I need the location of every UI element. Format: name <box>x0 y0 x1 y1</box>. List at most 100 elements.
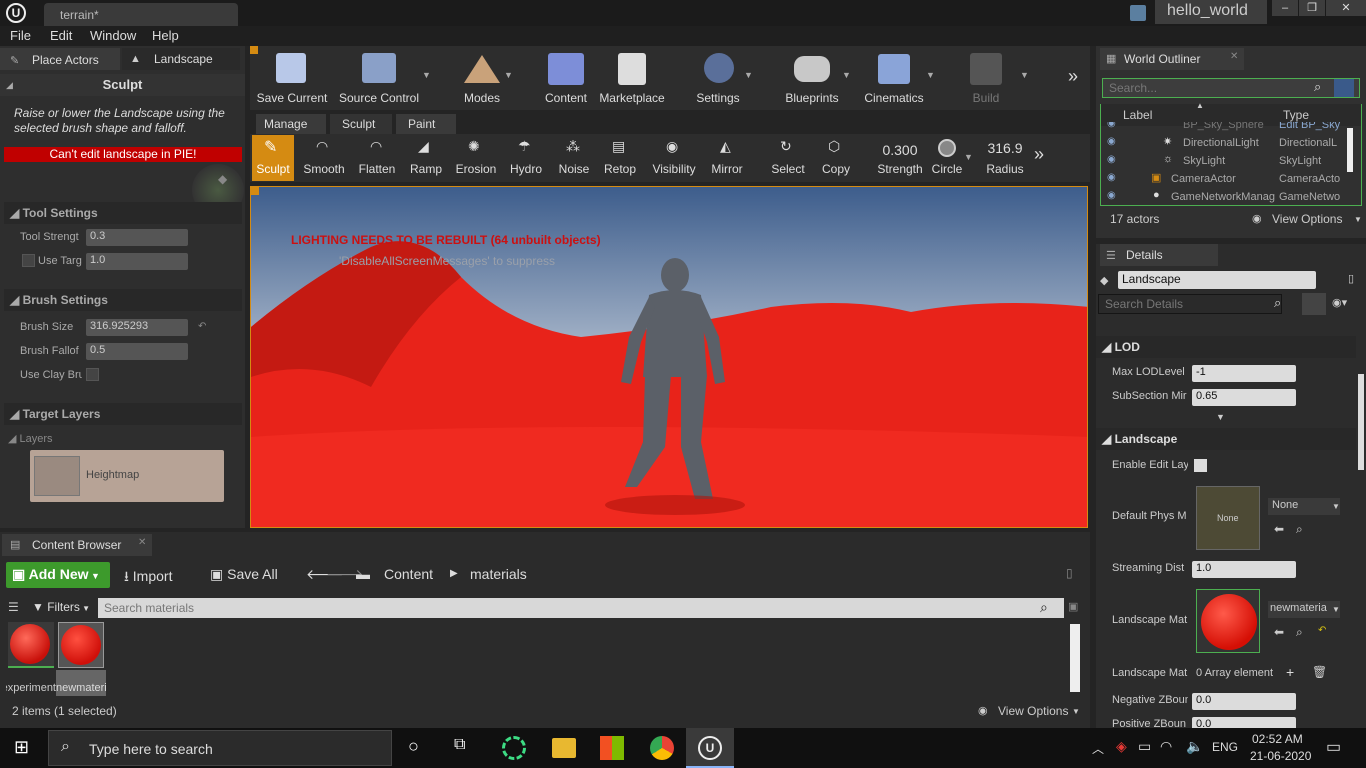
strength-value[interactable]: 0.300 <box>872 142 928 158</box>
save-search-icon[interactable]: ▣ <box>1068 600 1078 613</box>
content-browser-close-icon[interactable]: ✕ <box>138 537 146 548</box>
add-element-icon[interactable]: + <box>1286 664 1294 680</box>
view-options-dropdown-icon[interactable]: ▼ <box>1354 215 1362 224</box>
language-indicator[interactable]: ENG <box>1212 740 1238 754</box>
cinematics-button[interactable]: Cinematics <box>858 50 930 108</box>
tab-manage[interactable]: Manage <box>256 114 326 134</box>
wifi-icon[interactable]: ◠ <box>1160 738 1172 755</box>
source-control-button[interactable]: Source Control <box>336 50 422 108</box>
use-clay-checkbox[interactable] <box>86 368 99 381</box>
eye-icon[interactable]: ◉ <box>1107 172 1116 183</box>
save-current-button[interactable]: Save Current <box>250 50 334 108</box>
reset-icon[interactable]: ↶ <box>198 321 206 332</box>
content-view-options[interactable]: View Options <box>998 704 1068 718</box>
trash-icon[interactable]: 🗑 <box>1312 665 1327 679</box>
dropdown-icon[interactable]: ▼ <box>1332 502 1340 511</box>
list-item[interactable]: ◉ BP_Sky_Sphere Edit BP_Sky <box>1101 122 1361 134</box>
tool-retop[interactable]: ▤ Retop <box>598 135 642 181</box>
search-icon[interactable]: ⌕ <box>1314 79 1321 95</box>
phys-material-dropdown[interactable]: None <box>1268 498 1340 515</box>
tool-hydro[interactable]: ☂ Hydro <box>504 135 548 181</box>
cinematics-dropdown-icon[interactable]: ▼ <box>926 70 935 80</box>
details-scrollbar[interactable] <box>1358 374 1364 470</box>
path-content[interactable]: Content <box>384 566 433 582</box>
tool-sculpt[interactable]: ✎ Sculpt <box>252 135 294 181</box>
clock-date[interactable]: 21-06-2020 <box>1250 749 1311 763</box>
eye-icon[interactable]: ◉▾ <box>1332 296 1347 309</box>
antivirus-icon[interactable]: ◈ <box>1116 738 1127 755</box>
subsection-field[interactable]: 0.65 <box>1192 389 1296 406</box>
filters-button[interactable]: ▼ Filters ▼ <box>32 600 90 614</box>
world-outliner-tab[interactable]: World Outliner <box>1100 48 1244 70</box>
source-control-icon[interactable] <box>1130 5 1146 21</box>
add-new-button[interactable]: ▣ Add New ▼ <box>6 562 110 588</box>
outliner-close-icon[interactable]: ✕ <box>1230 51 1238 62</box>
brush-shape-dropdown-icon[interactable]: ▼ <box>964 152 973 162</box>
tool-settings-header[interactable]: ◢ Tool Settings <box>4 202 242 224</box>
content-button[interactable]: Content <box>534 50 598 108</box>
viewport[interactable]: LIGHTING NEEDS TO BE REBUILT (64 unbuilt… <box>250 186 1088 528</box>
maximize-button[interactable]: ❐ <box>1299 0 1325 16</box>
max-lod-field[interactable]: -1 <box>1192 365 1296 382</box>
browse-icon[interactable]: ⌕ <box>1296 625 1303 640</box>
modes-dropdown-icon[interactable]: ▼ <box>504 70 513 80</box>
marketplace-button[interactable]: Marketplace <box>598 50 666 108</box>
content-search-input[interactable]: Search materials <box>98 598 1064 618</box>
dropdown-icon[interactable]: ▼ <box>1332 605 1340 614</box>
build-button[interactable]: Build <box>954 50 1018 108</box>
eraser-icon[interactable]: ◆ <box>218 172 227 186</box>
tray-expand-icon[interactable]: ︿ <box>1092 740 1104 757</box>
target-layers-header[interactable]: ◢ Target Layers <box>4 403 242 425</box>
asset-thumbnail-newmaterial[interactable] <box>58 622 104 668</box>
tab-sculpt[interactable]: Sculpt <box>330 114 392 134</box>
eye-icon[interactable]: ◉ <box>1107 122 1116 129</box>
app-green-icon[interactable] <box>502 736 526 760</box>
minimize-button[interactable]: – <box>1272 0 1298 16</box>
landscape-section-header[interactable]: ◢ Landscape <box>1096 428 1356 450</box>
list-item[interactable]: ◉ ☼ SkyLight SkyLight <box>1101 152 1361 170</box>
list-item[interactable]: ◉ ✷ DirectionalLight DirectionalL <box>1101 134 1361 152</box>
heightmap-layer[interactable]: Heightmap <box>30 450 224 502</box>
use-selected-icon[interactable]: ⬅ <box>1274 522 1284 536</box>
landscape-material-dropdown[interactable]: newmateria <box>1268 601 1340 618</box>
document-tab[interactable]: terrain* <box>44 3 238 26</box>
reset-icon[interactable]: ↶ <box>1318 625 1326 636</box>
lock-icon[interactable]: ▯ <box>1066 566 1073 580</box>
use-target-checkbox[interactable] <box>22 254 35 267</box>
tool-ramp[interactable]: ◢ Ramp <box>404 135 448 181</box>
tool-copy[interactable]: ⬡ Copy <box>814 135 858 181</box>
blueprints-button[interactable]: Blueprints <box>778 50 846 108</box>
streaming-field[interactable]: 1.0 <box>1192 561 1296 578</box>
browse-icon[interactable]: ⌕ <box>1296 522 1303 537</box>
chrome-icon[interactable] <box>650 736 674 760</box>
list-item[interactable]: ◉ ● GameNetworkManag GameNetwo <box>1101 188 1361 205</box>
taskbar-search-input[interactable]: ⌕ Type here to search <box>48 730 392 766</box>
store-icon[interactable] <box>600 736 624 760</box>
property-matrix-icon[interactable] <box>1302 293 1326 315</box>
collapse-arrow-icon[interactable]: ◢ <box>6 80 13 91</box>
landscape-material-thumbnail[interactable] <box>1196 589 1260 653</box>
asset-thumbnail-experiment[interactable] <box>8 622 54 668</box>
tool-flatten[interactable]: ◠ Flatten <box>352 135 402 181</box>
brush-settings-header[interactable]: ◢ Brush Settings <box>4 289 242 311</box>
build-dropdown-icon[interactable]: ▼ <box>1020 70 1029 80</box>
neg-z-field[interactable]: 0.0 <box>1192 693 1296 710</box>
lock-icon[interactable]: ▯ <box>1348 272 1354 285</box>
outliner-search-input[interactable]: Search... <box>1102 78 1360 98</box>
network-icon[interactable]: ▭ <box>1138 738 1151 755</box>
tool-visibility[interactable]: ◉ Visibility <box>646 135 702 181</box>
tool-erosion[interactable]: ✺ Erosion <box>452 135 500 181</box>
tool-mirror[interactable]: ◭ Mirror <box>706 135 748 181</box>
tool-select[interactable]: ↻ Select <box>766 135 810 181</box>
list-item[interactable]: ◉ ▣ CameraActor CameraActo <box>1101 170 1361 188</box>
use-target-field[interactable]: 1.0 <box>86 253 188 270</box>
lod-section-header[interactable]: ◢ LOD <box>1096 336 1356 358</box>
search-icon[interactable]: ⌕ <box>1274 295 1281 311</box>
save-all-button[interactable]: ▣ Save All <box>210 566 278 583</box>
menu-help[interactable]: Help <box>152 28 179 43</box>
col-type[interactable]: Type <box>1283 108 1309 122</box>
use-selected-icon[interactable]: ⬅ <box>1274 625 1284 639</box>
cortana-icon[interactable]: ○ <box>408 736 419 757</box>
circle-brush-icon[interactable] <box>938 139 956 157</box>
object-name-field[interactable]: Landscape <box>1118 271 1316 289</box>
